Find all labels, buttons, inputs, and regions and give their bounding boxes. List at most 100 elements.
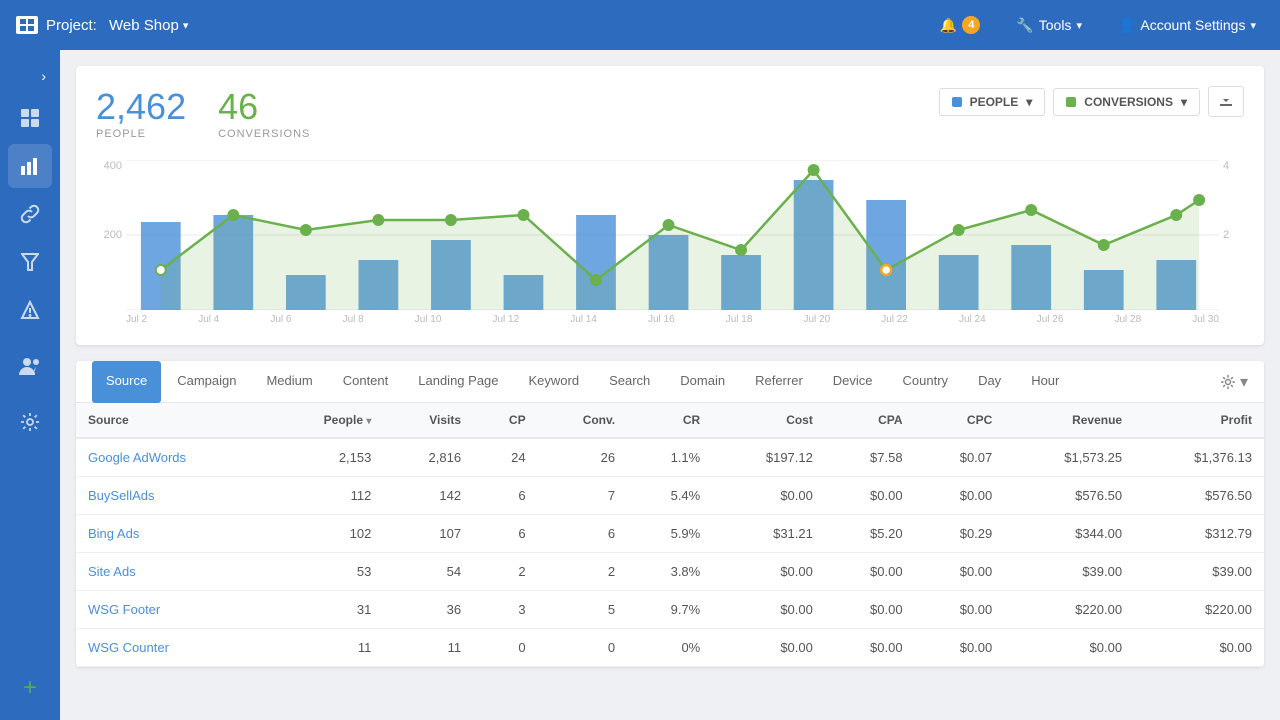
visits-cell: 36 [383,591,473,629]
revenue-cell: $0.00 [1004,629,1134,667]
tab-domain[interactable]: Domain [666,361,739,403]
table-row: WSG Counter 11 11 0 0 0% $0.00 $0.00 $0.… [76,629,1264,667]
cost-cell: $0.00 [712,629,825,667]
tab-device[interactable]: Device [819,361,887,403]
cr-cell: 9.7% [627,591,712,629]
th-people[interactable]: People ▾ [270,403,384,438]
bell-icon: 🔔 [940,17,957,34]
source-cell[interactable]: Google AdWords [76,438,270,477]
conv-cell: 6 [538,515,628,553]
tab-source[interactable]: Source [92,361,161,403]
account-button[interactable]: 👤 Account Settings ▾ [1110,13,1264,38]
table-row: BuySellAds 112 142 6 7 5.4% $0.00 $0.00 … [76,477,1264,515]
tools-button[interactable]: 🔧 Tools ▾ [1008,13,1090,38]
revenue-cell: $39.00 [1004,553,1134,591]
conversions-dropdown-arrow: ▾ [1181,95,1187,109]
tab-campaign[interactable]: Campaign [163,361,250,403]
project-dropdown-icon: ▾ [183,19,189,32]
sidebar-item-links[interactable] [8,192,52,236]
people-cell: 11 [270,629,384,667]
tab-country[interactable]: Country [889,361,963,403]
sidebar: › [0,50,60,720]
logo-icon [16,16,38,34]
conversions-label: CONVERSIONS [218,128,310,140]
visits-cell: 142 [383,477,473,515]
revenue-cell: $576.50 [1004,477,1134,515]
profit-cell: $1,376.13 [1134,438,1264,477]
sidebar-item-settings[interactable] [8,400,52,444]
conv-cell: 26 [538,438,628,477]
cr-cell: 0% [627,629,712,667]
sidebar-item-warning[interactable] [8,288,52,332]
table-header-row: Source People ▾ Visits CP Conv. CR Cost … [76,403,1264,438]
people-dropdown[interactable]: PEOPLE ▾ [939,88,1046,116]
th-visits: Visits [383,403,473,438]
chart-x-labels: Jul 2 Jul 4 Jul 6 Jul 8 Jul 10 Jul 12 Ju… [126,314,1219,325]
table-row: Bing Ads 102 107 6 6 5.9% $31.21 $5.20 $… [76,515,1264,553]
sidebar-item-people[interactable] [8,344,52,388]
th-cp: CP [473,403,538,438]
cpc-cell: $0.00 [915,553,1005,591]
tab-medium[interactable]: Medium [252,361,326,403]
tools-dropdown-icon: ▾ [1076,19,1082,32]
chart-controls: PEOPLE ▾ CONVERSIONS ▾ [939,86,1244,117]
table-body: Google AdWords 2,153 2,816 24 26 1.1% $1… [76,438,1264,667]
sidebar-item-dashboard[interactable] [8,96,52,140]
tab-day[interactable]: Day [964,361,1015,403]
sidebar-item-add[interactable]: + [8,666,52,710]
download-button[interactable] [1208,86,1244,117]
conversions-stat: 46 CONVERSIONS [218,86,310,140]
tab-referrer[interactable]: Referrer [741,361,817,403]
profit-cell: $312.79 [1134,515,1264,553]
visits-cell: 54 [383,553,473,591]
cr-cell: 5.4% [627,477,712,515]
th-cpc: CPC [915,403,1005,438]
source-cell[interactable]: WSG Footer [76,591,270,629]
cp-cell: 6 [473,515,538,553]
cpc-cell: $0.29 [915,515,1005,553]
conversions-dropdown[interactable]: CONVERSIONS ▾ [1053,88,1200,116]
revenue-cell: $220.00 [1004,591,1134,629]
conversions-dot [1066,97,1076,107]
cp-cell: 0 [473,629,538,667]
cr-cell: 1.1% [627,438,712,477]
source-cell[interactable]: Site Ads [76,553,270,591]
table-card: Source Campaign Medium Content Landing P… [76,361,1264,667]
notifications-button[interactable]: 🔔 4 [932,12,988,38]
sidebar-item-filter[interactable] [8,240,52,284]
tab-hour[interactable]: Hour [1017,361,1073,403]
tab-landing-page[interactable]: Landing Page [404,361,512,403]
visits-cell: 11 [383,629,473,667]
project-title[interactable]: Project: Web Shop ▾ [46,17,188,34]
cpa-cell: $7.58 [825,438,915,477]
sidebar-item-analytics[interactable] [8,144,52,188]
tab-content[interactable]: Content [329,361,403,403]
sidebar-toggle[interactable]: › [0,60,60,92]
profit-cell: $0.00 [1134,629,1264,667]
cp-cell: 2 [473,553,538,591]
data-table: Source People ▾ Visits CP Conv. CR Cost … [76,403,1264,667]
th-source: Source [76,403,270,438]
people-stat: 2,462 PEOPLE [96,86,186,140]
tab-keyword[interactable]: Keyword [515,361,594,403]
cpc-cell: $0.00 [915,591,1005,629]
source-cell[interactable]: Bing Ads [76,515,270,553]
cost-cell: $0.00 [712,477,825,515]
profit-cell: $39.00 [1134,553,1264,591]
tab-search[interactable]: Search [595,361,664,403]
table-row: Site Ads 53 54 2 2 3.8% $0.00 $0.00 $0.0… [76,553,1264,591]
source-cell[interactable]: BuySellAds [76,477,270,515]
cpc-cell: $0.07 [915,438,1005,477]
people-count: 2,462 [96,86,186,128]
cost-cell: $31.21 [712,515,825,553]
cpc-cell: $0.00 [915,477,1005,515]
source-cell[interactable]: WSG Counter [76,629,270,667]
table-settings-button[interactable]: ▾ [1220,372,1248,392]
profit-cell: $220.00 [1134,591,1264,629]
notification-badge: 4 [962,16,980,34]
account-icon: 👤 [1118,17,1135,34]
cp-cell: 6 [473,477,538,515]
conversions-count: 46 [218,86,310,128]
cost-cell: $0.00 [712,553,825,591]
visits-cell: 2,816 [383,438,473,477]
